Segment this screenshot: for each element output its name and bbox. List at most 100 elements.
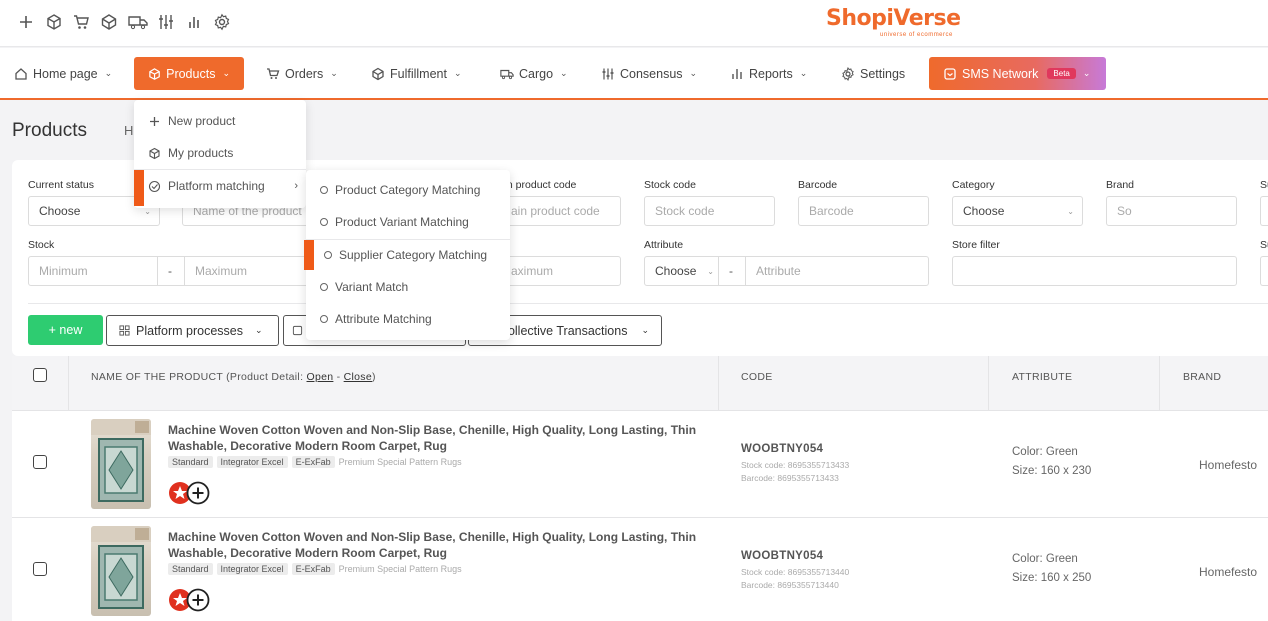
attribute-select[interactable]: Choose ⌄ (644, 256, 719, 286)
nav-products-label: Products (166, 66, 216, 81)
stock-min-input[interactable]: Minimum (28, 256, 158, 286)
sliders-icon (602, 68, 614, 79)
menu-new-product[interactable]: New product (148, 114, 235, 128)
brand-input[interactable]: So (1106, 196, 1237, 226)
menu-product-variant-matching[interactable]: Product Variant Matching (320, 215, 469, 229)
stock-code-input[interactable]: Stock code (644, 196, 775, 226)
product-thumbnail[interactable] (91, 526, 151, 616)
nav-sms-network[interactable]: SMS Network Beta ⌄ (929, 57, 1106, 90)
brand-value: Homefesto (1199, 565, 1258, 579)
row-checkbox[interactable] (33, 562, 47, 576)
product-code: WOOBTNY054 (741, 550, 824, 562)
product-name[interactable]: Machine Woven Cotton Woven and Non-Slip … (168, 422, 708, 454)
nav-home-label: Home page (33, 66, 98, 81)
nav-fulfillment-label: Fulfillment (390, 66, 447, 81)
cube-icon[interactable] (100, 13, 118, 31)
detail-sep: - (336, 371, 341, 383)
detail-open-link[interactable]: Open (307, 371, 334, 383)
store-filter-label: Store filter (952, 239, 1000, 251)
nav-reports[interactable]: Reports ⌄ (722, 57, 815, 90)
menu-divider (306, 239, 510, 240)
circle-icon (320, 315, 328, 323)
gear-icon[interactable] (213, 13, 231, 31)
box-icon[interactable] (45, 13, 63, 31)
menu-my-products[interactable]: My products (148, 146, 233, 160)
product-category: Premium Special Pattern Rugs (338, 457, 462, 467)
supplier-category-matching-label: Supplier Category Matching (339, 248, 488, 262)
platform-processes-button[interactable]: Platform processes ⌄ (106, 315, 279, 346)
row-checkbox[interactable] (33, 455, 47, 469)
new-button[interactable]: + new (28, 315, 103, 345)
stock-min-placeholder: Minimum (39, 264, 88, 278)
barcode-placeholder: Barcode (809, 204, 854, 218)
category-select[interactable]: Choose ⌄ (952, 196, 1083, 226)
product-thumbnail[interactable] (91, 419, 151, 509)
chevron-down-icon: ⌄ (1082, 68, 1091, 78)
nav-products[interactable]: Products ⌄ (134, 57, 244, 90)
column-header-attribute: ATTRIBUTE (1012, 371, 1073, 383)
product-tags: Standard Integrator Excel E-ExFab Premiu… (168, 456, 462, 468)
stock-max-input[interactable]: Maximum (184, 256, 312, 286)
add-platform-icon[interactable] (186, 481, 210, 505)
attribute-range-dash: - (718, 256, 746, 286)
nav-reports-label: Reports (749, 66, 793, 81)
chevron-down-icon: ⌄ (254, 325, 263, 335)
category-value: Choose (963, 204, 1005, 218)
truck-icon[interactable] (128, 13, 148, 31)
platform-matching-label: Platform matching (168, 179, 265, 193)
menu-platform-matching[interactable]: Platform matching › (148, 179, 298, 193)
chevron-down-icon: ⌄ (1067, 206, 1074, 216)
beta-badge: Beta (1047, 68, 1076, 79)
bar-chart-icon[interactable] (185, 13, 203, 31)
brand-logo[interactable]: ShopiVerse (826, 6, 961, 31)
menu-supplier-category-matching[interactable]: Supplier Category Matching (324, 248, 487, 262)
tag-integrator: Integrator Excel (216, 456, 288, 468)
truck-icon (500, 69, 514, 79)
product-category-matching-label: Product Category Matching (335, 183, 481, 197)
attribute-input[interactable]: Attribute (745, 256, 929, 286)
select-all-checkbox[interactable] (33, 368, 47, 382)
menu-product-category-matching[interactable]: Product Category Matching (320, 183, 480, 197)
bar-chart-icon (732, 68, 742, 79)
nav-orders[interactable]: Orders ⌄ (258, 57, 346, 90)
breadcrumb[interactable]: H (124, 123, 133, 138)
store-filter-input[interactable] (952, 256, 1237, 286)
chevron-down-icon: ⌄ (707, 266, 714, 276)
circle-icon (320, 283, 328, 291)
page-title: Products (12, 120, 87, 141)
chevron-down-icon: ⌄ (641, 325, 649, 335)
check-circle-icon (148, 180, 161, 192)
menu-attribute-matching[interactable]: Attribute Matching (320, 312, 432, 326)
plus-icon[interactable] (17, 13, 35, 31)
sliders-icon[interactable] (157, 13, 175, 31)
nav-consensus[interactable]: Consensus ⌄ (593, 57, 705, 90)
platform-matching-submenu: Product Category Matching Product Varian… (304, 170, 510, 340)
add-platform-icon[interactable] (186, 588, 210, 612)
su-label: Su (1260, 179, 1268, 191)
attribute-size: Size: 160 x 250 (1012, 572, 1092, 584)
nav-settings[interactable]: Settings (833, 57, 913, 90)
menu-variant-match[interactable]: Variant Match (320, 280, 408, 294)
product-name[interactable]: Machine Woven Cotton Woven and Non-Slip … (168, 529, 708, 561)
detail-close-link[interactable]: Close (344, 371, 372, 383)
nav-cargo[interactable]: Cargo ⌄ (492, 57, 576, 90)
stock-code-placeholder: Stock code (655, 204, 715, 218)
chevron-down-icon: ⌄ (799, 68, 808, 78)
barcode-input[interactable]: Barcode (798, 196, 929, 226)
stock-dash-text: - (168, 264, 172, 278)
nav-home[interactable]: Home page ⌄ (6, 57, 120, 90)
cart-icon[interactable] (72, 13, 90, 31)
circle-icon (324, 251, 332, 259)
nav-fulfillment[interactable]: Fulfillment ⌄ (363, 57, 470, 90)
stock-code-label: Stock code (644, 179, 696, 191)
name-header-text: NAME OF THE PRODUCT (Product Detail: (91, 371, 304, 383)
cart-icon (267, 67, 280, 79)
product-category: Premium Special Pattern Rugs (338, 564, 462, 574)
attribute-value: Choose (655, 264, 697, 278)
attribute-color: Color: Green (1012, 446, 1078, 458)
su2-input[interactable] (1260, 256, 1268, 286)
nav-consensus-label: Consensus (620, 66, 683, 81)
su-input[interactable] (1260, 196, 1268, 226)
new-product-label: New product (168, 114, 236, 128)
brand-label: Brand (1106, 179, 1135, 191)
